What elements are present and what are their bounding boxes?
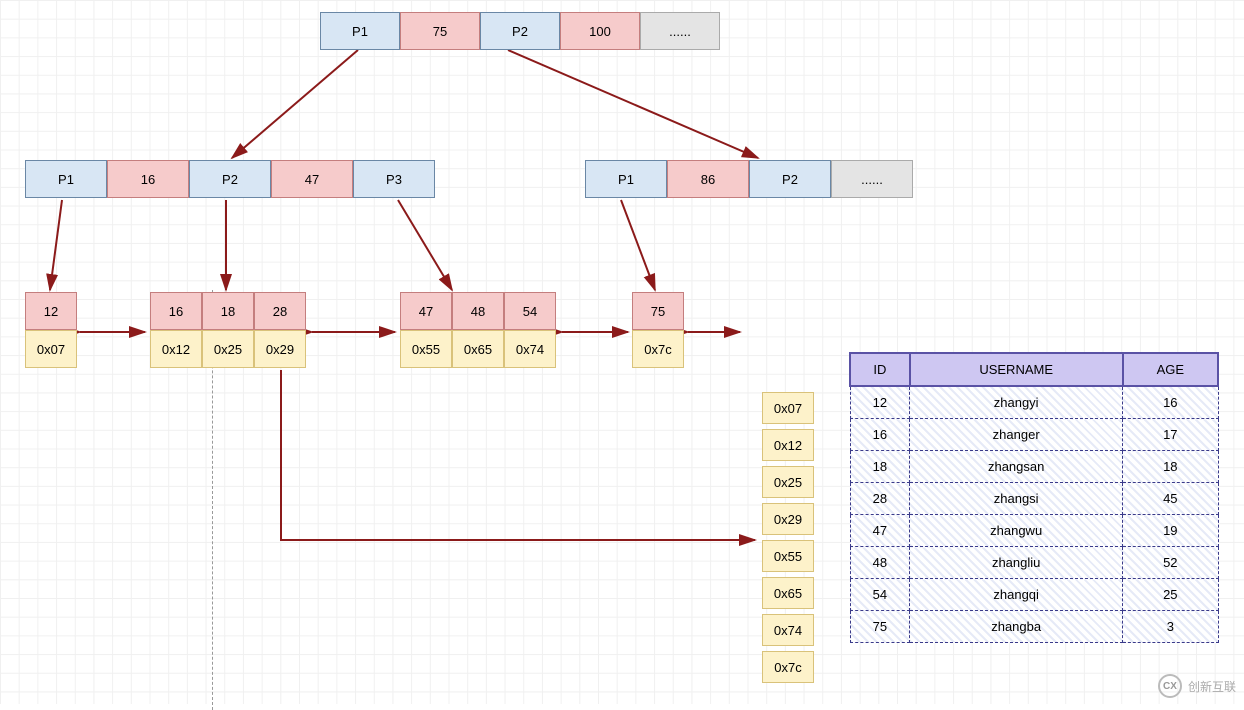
table-cell: 12 <box>850 386 910 419</box>
table-cell: 47 <box>850 515 910 547</box>
node-cell: ...... <box>640 12 720 50</box>
leaf-key: 18 <box>202 292 254 330</box>
node-cell: 100 <box>560 12 640 50</box>
node-cell: P2 <box>480 12 560 50</box>
leaf-key: 48 <box>452 292 504 330</box>
table-row: 18zhangsan18 <box>850 451 1218 483</box>
leaf-key: 16 <box>150 292 202 330</box>
table-cell: 28 <box>850 483 910 515</box>
row-address-label: 0x12 <box>762 429 814 461</box>
leaf-addr: 0x12 <box>150 330 202 368</box>
table-cell: zhangsan <box>910 451 1123 483</box>
table-cell: zhangqi <box>910 579 1123 611</box>
row-address-label: 0x74 <box>762 614 814 646</box>
leaf-addr: 0x25 <box>202 330 254 368</box>
table-cell: 17 <box>1123 419 1218 451</box>
watermark-icon: CX <box>1158 674 1182 698</box>
leaf-addr: 0x29 <box>254 330 306 368</box>
row-address-label: 0x07 <box>762 392 814 424</box>
data-table: IDUSERNAMEAGE 12zhangyi1616zhanger1718zh… <box>849 352 1219 643</box>
table-cell: zhangwu <box>910 515 1123 547</box>
node-cell: P2 <box>749 160 831 198</box>
table-cell: 54 <box>850 579 910 611</box>
table-cell: zhanger <box>910 419 1123 451</box>
row-address-label: 0x7c <box>762 651 814 683</box>
node-cell: 86 <box>667 160 749 198</box>
node-cell: 16 <box>107 160 189 198</box>
table-header: ID <box>850 353 910 386</box>
table-cell: 16 <box>1123 386 1218 419</box>
leaf-key: 54 <box>504 292 556 330</box>
table-cell: zhangba <box>910 611 1123 643</box>
row-address-label: 0x25 <box>762 466 814 498</box>
leaf-addr: 0x65 <box>452 330 504 368</box>
node-cell: P1 <box>320 12 400 50</box>
watermark: CX 创新互联 <box>1158 674 1236 698</box>
row-address-label: 0x55 <box>762 540 814 572</box>
table-header: AGE <box>1123 353 1218 386</box>
table-cell: 48 <box>850 547 910 579</box>
leaf-addr: 0x55 <box>400 330 452 368</box>
row-address-label: 0x29 <box>762 503 814 535</box>
leaf-addr: 0x07 <box>25 330 77 368</box>
row-address-label: 0x65 <box>762 577 814 609</box>
table-cell: zhangliu <box>910 547 1123 579</box>
table-row: 47zhangwu19 <box>850 515 1218 547</box>
leaf-key: 75 <box>632 292 684 330</box>
node-cell: P1 <box>585 160 667 198</box>
table-cell: 19 <box>1123 515 1218 547</box>
leaf-key: 12 <box>25 292 77 330</box>
leaf-key: 47 <box>400 292 452 330</box>
leaf-key: 28 <box>254 292 306 330</box>
node-cell: 47 <box>271 160 353 198</box>
table-cell: 18 <box>1123 451 1218 483</box>
table-header: USERNAME <box>910 353 1123 386</box>
table-cell: 3 <box>1123 611 1218 643</box>
table-cell: 16 <box>850 419 910 451</box>
node-cell: P3 <box>353 160 435 198</box>
node-cell: P2 <box>189 160 271 198</box>
table-cell: 18 <box>850 451 910 483</box>
node-cell: P1 <box>25 160 107 198</box>
table-row: 48zhangliu52 <box>850 547 1218 579</box>
table-row: 28zhangsi45 <box>850 483 1218 515</box>
table-cell: zhangyi <box>910 386 1123 419</box>
table-cell: 45 <box>1123 483 1218 515</box>
node-cell: 75 <box>400 12 480 50</box>
table-row: 12zhangyi16 <box>850 386 1218 419</box>
table-cell: 25 <box>1123 579 1218 611</box>
leaf-addr: 0x74 <box>504 330 556 368</box>
node-cell: ...... <box>831 160 913 198</box>
table-cell: zhangsi <box>910 483 1123 515</box>
table-row: 54zhangqi25 <box>850 579 1218 611</box>
table-row: 75zhangba3 <box>850 611 1218 643</box>
table-cell: 75 <box>850 611 910 643</box>
table-row: 16zhanger17 <box>850 419 1218 451</box>
leaf-addr: 0x7c <box>632 330 684 368</box>
table-cell: 52 <box>1123 547 1218 579</box>
